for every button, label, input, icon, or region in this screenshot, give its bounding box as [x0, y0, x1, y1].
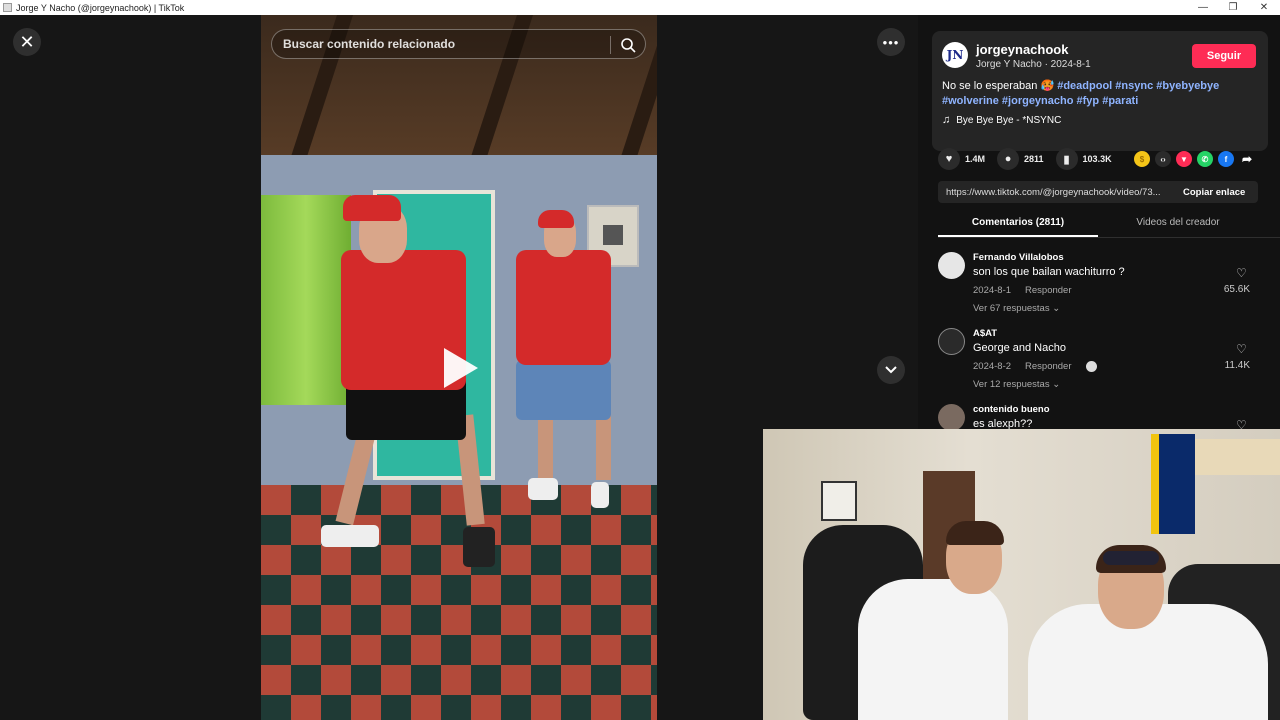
music-note-icon: ♫: [942, 114, 951, 126]
comment-icon[interactable]: ●: [997, 148, 1020, 170]
creator-liked-avatar: [1085, 361, 1097, 372]
creator-card: JN jorgeynachook Jorge Y Nacho · 2024-8-…: [932, 31, 1268, 151]
comment-meta: 2024-8-1 Responder: [973, 285, 1072, 296]
comment-count: 2811: [1024, 154, 1044, 164]
share-arrow-icon[interactable]: ➦: [1239, 151, 1255, 167]
embed-icon[interactable]: ‹›: [1155, 151, 1171, 167]
webcam-whiteboard: [821, 481, 857, 521]
window-title: Jorge Y Nacho (@jorgeynachook) | TikTok: [16, 2, 185, 13]
webcam-glasses: [1103, 551, 1159, 565]
reply-button[interactable]: Responder: [1025, 285, 1071, 296]
tab-comments[interactable]: Comentarios (2811): [938, 210, 1098, 237]
whatsapp-icon[interactable]: ✆: [1197, 151, 1213, 167]
app-icon: [3, 3, 12, 12]
window-titlebar: Jorge Y Nacho (@jorgeynachook) | TikTok …: [0, 0, 1280, 15]
like-stat[interactable]: ♥ 1.4M: [938, 148, 985, 170]
coin-icon[interactable]: $: [1134, 151, 1150, 167]
minimize-button[interactable]: —: [1188, 0, 1218, 15]
commenter-avatar[interactable]: [938, 328, 965, 355]
creator-avatar[interactable]: JN: [942, 42, 968, 68]
comment-item: A$AT George and Nacho 2024-8-2 Responder…: [938, 328, 1260, 398]
comment-stat[interactable]: ● 2811: [997, 148, 1044, 170]
commenter-avatar[interactable]: [938, 252, 965, 279]
description-text: No se lo esperaban 🥵: [942, 80, 1058, 92]
creator-subline: Jorge Y Nacho · 2024-8-1: [976, 59, 1091, 70]
hashtag[interactable]: #deadpool: [1057, 80, 1112, 92]
engagement-stats: ♥ 1.4M ● 2811 ▮ 103.3K: [938, 148, 1124, 170]
video-player[interactable]: [261, 15, 657, 720]
hashtag[interactable]: #wolverine: [942, 95, 999, 107]
close-window-button[interactable]: ✕: [1249, 0, 1279, 15]
commenter-name[interactable]: contenido bueno: [973, 404, 1050, 415]
search-divider: [610, 36, 611, 54]
heart-icon[interactable]: ♥: [938, 148, 960, 170]
facebook-icon[interactable]: f: [1218, 151, 1234, 167]
comment-date: 2024-8-2: [973, 361, 1012, 372]
webcam-flag: [1151, 434, 1195, 534]
hashtag[interactable]: #byebyebye: [1156, 80, 1219, 92]
music-title[interactable]: Bye Bye Bye - *NSYNC: [956, 115, 1061, 126]
restore-button[interactable]: ❐: [1218, 0, 1248, 15]
video-scene-floor: [261, 485, 657, 720]
save-stat[interactable]: ▮ 103.3K: [1055, 148, 1112, 170]
play-icon[interactable]: [444, 348, 478, 388]
commenter-name[interactable]: A$AT: [973, 328, 997, 339]
close-player-button[interactable]: ✕: [13, 28, 41, 56]
video-url[interactable]: https://www.tiktok.com/@jorgeynachook/vi…: [938, 187, 1178, 198]
webcam-person-left-hair: [946, 521, 1004, 545]
webcam-overlay: [763, 429, 1280, 720]
follow-button[interactable]: Seguir: [1192, 44, 1256, 68]
comment-date: 2024-8-1: [973, 285, 1012, 296]
comment-like-icon[interactable]: ♡: [1236, 266, 1247, 280]
related-search-bar[interactable]: [271, 29, 646, 59]
reply-button[interactable]: Responder: [1025, 361, 1071, 372]
hashtag[interactable]: #parati: [1102, 95, 1138, 107]
hashtag[interactable]: #nsync: [1115, 80, 1153, 92]
next-video-button[interactable]: [877, 356, 905, 384]
copy-link-row: https://www.tiktok.com/@jorgeynachook/vi…: [938, 181, 1258, 203]
comment-item: Fernando Villalobos son los que bailan w…: [938, 252, 1260, 322]
share-icons: $ ‹› ▼ ✆ f ➦: [1134, 151, 1260, 167]
comment-text: son los que bailan wachiturro ?: [973, 266, 1125, 278]
bookmark-icon[interactable]: ▮: [1055, 148, 1078, 170]
more-options-button[interactable]: •••: [877, 28, 905, 56]
related-search-input[interactable]: [283, 37, 603, 51]
save-count: 103.3K: [1082, 154, 1112, 164]
view-replies-link[interactable]: Ver 67 respuestas ⌄: [973, 303, 1060, 314]
tab-creator-videos[interactable]: Videos del creador: [1098, 210, 1258, 237]
view-replies-link[interactable]: Ver 12 respuestas ⌄: [973, 379, 1060, 390]
comment-like-count: 11.4K: [1224, 360, 1250, 371]
copy-link-button[interactable]: Copiar enlace: [1178, 187, 1245, 198]
hashtag[interactable]: #jorgeynacho: [1002, 95, 1074, 107]
comment-like-icon[interactable]: ♡: [1236, 342, 1247, 356]
panel-tabs: Comentarios (2811) Videos del creador: [938, 210, 1280, 238]
creator-username[interactable]: jorgeynachook: [976, 42, 1068, 57]
comment-meta: 2024-8-2 Responder: [973, 361, 1097, 372]
music-row[interactable]: ♫ Bye Bye Bye - *NSYNC: [942, 114, 1061, 126]
like-count: 1.4M: [965, 154, 986, 164]
search-icon[interactable]: [620, 37, 636, 53]
send-to-friends-icon[interactable]: ▼: [1176, 151, 1192, 167]
hashtag[interactable]: #fyp: [1077, 95, 1100, 107]
comment-text: George and Nacho: [973, 342, 1066, 354]
commenter-avatar[interactable]: [938, 404, 965, 431]
commenter-name[interactable]: Fernando Villalobos: [973, 252, 1064, 263]
webcam-person-left: [858, 579, 1008, 720]
video-description: No se lo esperaban 🥵 #deadpool #nsync #b…: [942, 79, 1258, 108]
chevron-down-icon: [885, 366, 897, 374]
comment-like-count: 65.6K: [1223, 284, 1250, 295]
video-scene-curtain: [261, 195, 351, 405]
